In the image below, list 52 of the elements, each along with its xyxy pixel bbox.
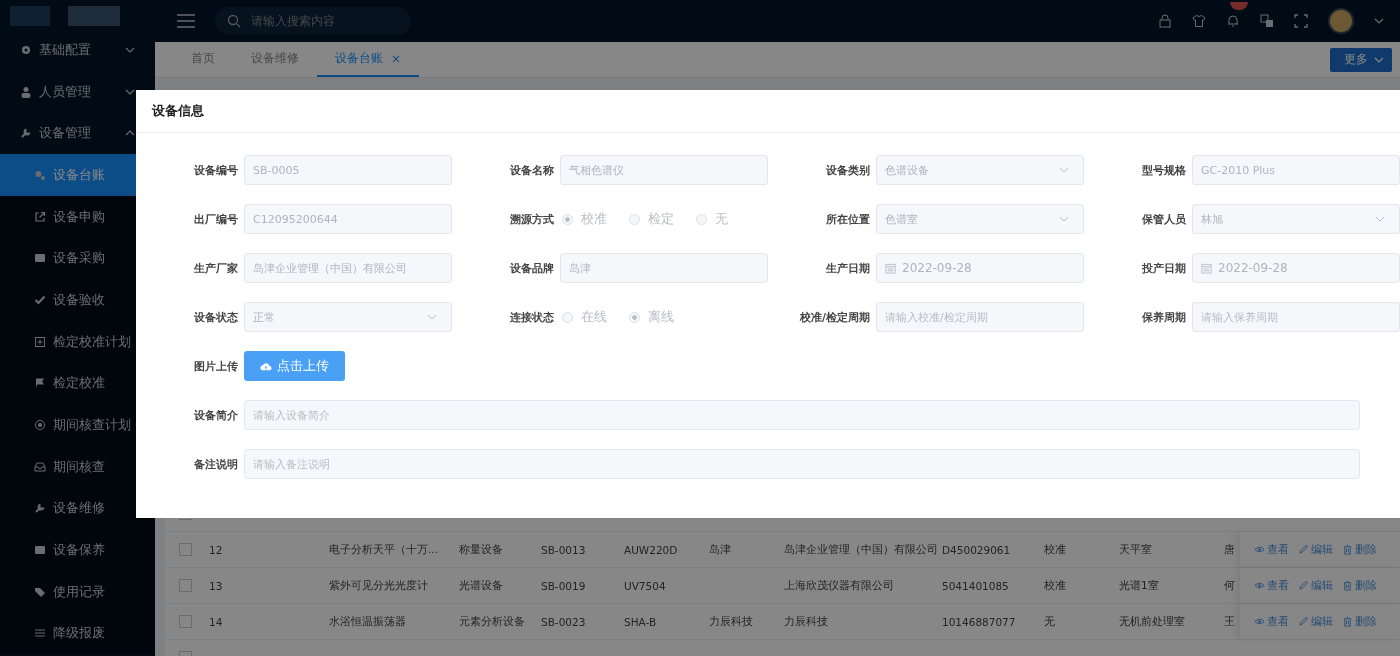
table-cell-text: 力辰科技 [783,614,829,629]
dialog-title: 设备信息 [152,102,204,120]
table-cell-text: 紫外可见分光光度计 [328,578,429,593]
table-cell-text: 校准 [1043,578,1067,593]
field-label: 所在位置 [825,211,871,227]
table-cell-text: SB-0019 [540,579,587,592]
field-label: 设备编号 [193,162,239,178]
table-cell-text: 无机前处理室 [1118,614,1186,629]
table-cell-text: 水浴恒温振荡器 [328,614,407,629]
field-label: 保管人员 [1141,211,1187,227]
table-cell-text: UV7504 [623,579,667,592]
table-cell-text: 14 [208,615,224,628]
field-label: 生产日期 [825,260,871,276]
table-cell-text: 12 [208,543,224,556]
table-cell-text: 5041401085 [941,579,1010,592]
field-label: 生产厂家 [193,260,239,276]
table-cell-text: 10146887077 [941,615,1017,628]
table-cell-text: 岛津企业管理（中国）有限公司 [783,542,938,557]
table-cell-text: 唐 [1223,542,1236,557]
table-cell-text: 光谱1室 [1118,578,1160,593]
table-cell-text: AUW220D [623,543,679,556]
table-cell-text: SB-0023 [540,615,587,628]
table-cell-text: SB-0013 [540,543,587,556]
field-label: 校准/检定周期 [798,309,871,325]
field-label: 图片上传 [193,358,239,374]
field-label: 溯源方式 [509,211,555,227]
table-cell-text: 王 [1223,614,1236,629]
field-label: 设备名称 [509,162,555,178]
field-label: 设备品牌 [509,260,555,276]
table-cell-text: 13 [208,579,224,592]
field-label: 保养周期 [1141,309,1187,325]
table-cell-text: 力辰科技 [708,614,754,629]
table-cell-text: 光谱设备 [458,578,504,593]
field-label: 设备状态 [193,309,239,325]
table-cell-text: 岛津 [708,542,732,557]
field-label: 备注说明 [193,456,239,472]
table-cell-text: 何 [1223,578,1236,593]
table-cell-text: 无 [1043,614,1056,629]
field-label: 投产日期 [1141,260,1187,276]
table-cell-text: 天平室 [1118,542,1153,557]
table-cell-text: 元素分析设备 [458,614,526,629]
table-cell-text: D450029061 [941,543,1012,556]
table-cell-text: 上海欣茂仪器有限公司 [783,578,895,593]
field-label: 连接状态 [509,309,555,325]
field-label: 设备简介 [193,407,239,423]
table-cell-text: 电子分析天平（十万... [328,542,439,557]
table-cell-text: SHA-B [623,615,658,628]
field-label: 型号规格 [1141,162,1187,178]
table-cell-text: 称量设备 [458,542,504,557]
field-label: 设备类别 [825,162,871,178]
field-label: 出厂编号 [193,211,239,227]
table-cell-text: 校准 [1043,542,1067,557]
